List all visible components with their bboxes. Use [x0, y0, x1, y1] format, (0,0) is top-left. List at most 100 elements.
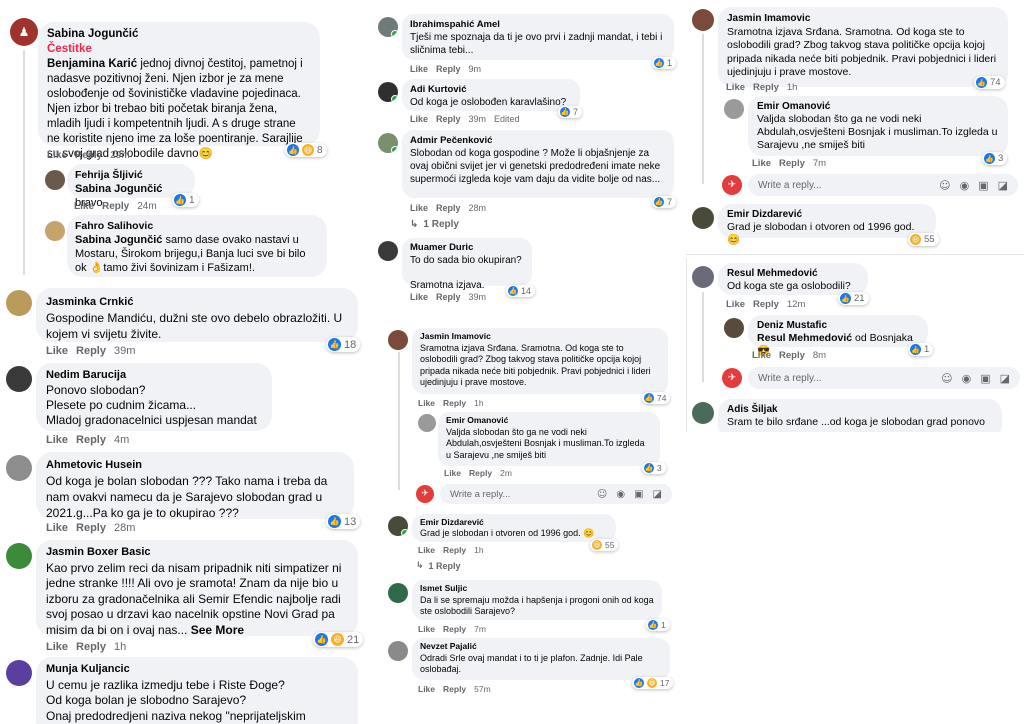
mention-tag[interactable]: Resul Mehmedović: [757, 332, 852, 344]
avatar[interactable]: [692, 266, 714, 288]
timestamp[interactable]: 1h: [114, 641, 126, 653]
reply-input[interactable]: Write a reply... ☺ ◉ ▣ ◪: [440, 484, 672, 504]
like-button[interactable]: Like: [752, 158, 771, 169]
avatar[interactable]: [45, 221, 65, 241]
timestamp[interactable]: 1h: [474, 398, 483, 408]
reaction-count[interactable]: 👍 14: [506, 285, 536, 297]
reaction-count[interactable]: 👍 😆 8: [285, 143, 327, 157]
reaction-count[interactable]: 👍 😆 17: [632, 677, 674, 689]
reaction-count[interactable]: 👍 3: [982, 152, 1008, 165]
avatar[interactable]: [378, 82, 398, 102]
like-button[interactable]: Like: [46, 522, 68, 534]
avatar[interactable]: [378, 241, 398, 261]
avatar[interactable]: [692, 9, 714, 31]
reply-button[interactable]: Reply: [75, 150, 102, 161]
reaction-count[interactable]: 😆 55: [590, 539, 619, 551]
reaction-count[interactable]: 👍 😆 21: [313, 632, 364, 647]
timestamp[interactable]: 57m: [474, 684, 491, 694]
avatar[interactable]: [6, 366, 32, 392]
reply-input[interactable]: Write a reply... ☺ ◉ ▣ ◪: [748, 367, 1020, 389]
comment-author[interactable]: Adis Šiljak: [727, 403, 993, 416]
avatar[interactable]: [692, 402, 714, 424]
emoji-icon[interactable]: ☺: [597, 489, 607, 500]
like-button[interactable]: Like: [418, 545, 435, 555]
like-button[interactable]: Like: [418, 624, 435, 634]
comment-author[interactable]: Admir Pečenković: [410, 134, 666, 147]
timestamp[interactable]: 7m: [813, 158, 826, 169]
mention-tag[interactable]: Benjamina Karić: [47, 58, 137, 70]
comment-author[interactable]: Muamer Duric: [410, 242, 524, 255]
timestamp[interactable]: 29m: [110, 150, 129, 161]
reply-button[interactable]: Reply: [436, 292, 461, 302]
avatar[interactable]: [6, 290, 32, 316]
timestamp[interactable]: 9m: [469, 64, 482, 74]
timestamp[interactable]: 1h: [787, 82, 798, 93]
reply-button[interactable]: Reply: [76, 641, 106, 653]
avatar[interactable]: [388, 330, 408, 350]
comment-author[interactable]: Emir Dizdarević: [727, 208, 927, 221]
reply-button[interactable]: Reply: [443, 624, 466, 634]
comment-author[interactable]: Resul Mehmedović: [727, 267, 859, 280]
mention-tag[interactable]: Sabina Jogunčić: [75, 234, 162, 246]
timestamp[interactable]: 12m: [787, 299, 805, 310]
like-button[interactable]: Like: [410, 292, 428, 302]
avatar[interactable]: [6, 455, 32, 481]
timestamp[interactable]: 39m: [469, 114, 487, 124]
like-button[interactable]: Like: [726, 299, 745, 310]
comment-author[interactable]: Emir Omanović: [446, 415, 652, 427]
reaction-count[interactable]: 👍 7: [558, 106, 583, 118]
reaction-count[interactable]: 👍 18: [326, 337, 361, 352]
timestamp[interactable]: 2m: [500, 468, 512, 478]
reaction-count[interactable]: 👍 1: [172, 193, 199, 207]
reply-button[interactable]: Reply: [76, 522, 106, 534]
reply-button[interactable]: Reply: [443, 545, 466, 555]
reply-button[interactable]: Reply: [469, 468, 492, 478]
like-button[interactable]: Like: [410, 64, 428, 74]
like-button[interactable]: Like: [726, 82, 745, 93]
avatar[interactable]: [378, 133, 398, 153]
emoji-icon[interactable]: ☺: [941, 372, 952, 385]
avatar[interactable]: [724, 318, 744, 338]
avatar[interactable]: [388, 583, 408, 603]
avatar[interactable]: [6, 543, 32, 569]
reaction-count[interactable]: 👍 74: [642, 392, 671, 404]
comment-author[interactable]: Fehrija Šljivić: [75, 168, 187, 182]
reaction-count[interactable]: 👍 7: [652, 196, 677, 208]
avatar[interactable]: [724, 99, 744, 119]
comment-author[interactable]: Sabina Jogunčić: [47, 27, 311, 42]
reply-button[interactable]: Reply: [779, 158, 805, 169]
reply-button[interactable]: Reply: [753, 299, 779, 310]
comment-author[interactable]: Nedim Barucija: [46, 368, 262, 383]
reply-button[interactable]: Reply: [76, 345, 106, 357]
reaction-count[interactable]: 👍 1: [908, 343, 934, 356]
timestamp[interactable]: 1h: [474, 545, 483, 555]
sticker-icon[interactable]: ◪: [653, 489, 662, 500]
timestamp[interactable]: 39m: [469, 292, 487, 302]
comment-author[interactable]: Munja Kuljancic: [46, 662, 348, 678]
like-button[interactable]: Like: [46, 434, 68, 446]
comment-author[interactable]: Ahmetovic Husein: [46, 457, 344, 473]
comment-author[interactable]: Jasminka Crnkić: [46, 294, 348, 310]
like-button[interactable]: Like: [752, 350, 771, 361]
comment-author[interactable]: Ismet Suljic: [420, 583, 654, 595]
avatar[interactable]: [692, 207, 714, 229]
camera-icon[interactable]: ◉: [616, 489, 625, 500]
like-button[interactable]: Like: [418, 684, 435, 694]
like-button[interactable]: Like: [46, 641, 68, 653]
avatar[interactable]: [6, 660, 32, 686]
reply-button[interactable]: Reply: [443, 684, 466, 694]
comment-author[interactable]: Emir Omanović: [757, 100, 999, 113]
avatar[interactable]: [45, 170, 65, 190]
timestamp[interactable]: 7m: [474, 624, 486, 634]
camera-icon[interactable]: ◉: [962, 372, 972, 385]
comment-author[interactable]: Jasmin Imamovic: [420, 331, 660, 343]
gif-icon[interactable]: ▣: [978, 179, 988, 192]
reaction-count[interactable]: 👍 21: [838, 292, 869, 305]
timestamp[interactable]: 4m: [114, 434, 129, 446]
see-more-link[interactable]: See More: [191, 623, 244, 637]
comment-author[interactable]: Ibrahimspahić Amel: [410, 18, 666, 31]
reply-button[interactable]: Reply: [436, 114, 461, 124]
reply-button[interactable]: Reply: [779, 350, 805, 361]
reply-button[interactable]: Reply: [753, 82, 779, 93]
reply-button[interactable]: Reply: [436, 203, 461, 213]
